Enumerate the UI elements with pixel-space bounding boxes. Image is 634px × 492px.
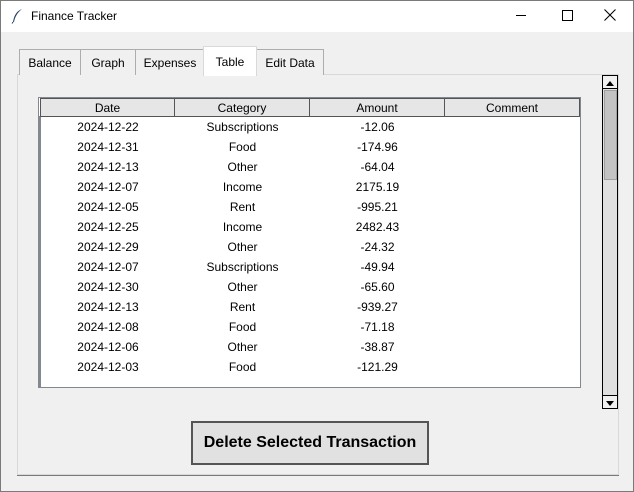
cell-comment [445,197,579,217]
table-row[interactable]: 2024-12-31 Food -174.96 [41,137,579,157]
cell-category: Rent [229,300,256,314]
cell-comment [445,177,579,197]
cell-category: Other [227,340,258,354]
vertical-scrollbar[interactable] [602,75,618,409]
cell-comment [445,257,579,277]
cell-amount: 2175.19 [355,180,400,194]
window-title: Finance Tracker [31,9,118,23]
cell-amount: -24.32 [360,240,395,254]
cell-comment [445,117,579,137]
cell-category: Subscriptions [206,120,279,134]
column-header-amount[interactable]: Amount [309,98,445,117]
cell-amount: -12.06 [360,120,395,134]
close-button[interactable] [587,1,633,32]
table-row[interactable]: 2024-12-13 Rent -939.27 [41,297,579,317]
cell-category: Other [227,240,258,254]
table-row[interactable]: 2024-12-30 Other -65.60 [41,277,579,297]
cell-amount: -71.18 [360,320,395,334]
cell-date: 2024-12-05 [77,200,139,214]
app-window: Finance Tracker Balance Graph Expenses T… [0,0,634,492]
cell-amount: -49.94 [360,260,395,274]
cell-date: 2024-12-07 [77,260,139,274]
cell-category: Food [228,140,257,154]
tab-expenses[interactable]: Expenses [135,49,205,75]
delete-transaction-button[interactable]: Delete Selected Transaction [191,421,429,465]
cell-category: Other [227,160,258,174]
cell-comment [445,277,579,297]
table-row[interactable]: 2024-12-25 Income 2482.43 [41,217,579,237]
table-row[interactable]: 2024-12-03 Food -121.29 [41,357,579,377]
table-row[interactable]: 2024-12-07 Income 2175.19 [41,177,579,197]
cell-date: 2024-12-29 [77,240,139,254]
arrow-down-icon [606,395,614,409]
tab-graph[interactable]: Graph [80,49,136,75]
cell-comment [445,157,579,177]
table-row[interactable]: 2024-12-08 Food -71.18 [41,317,579,337]
cell-date: 2024-12-06 [77,340,139,354]
table-row[interactable]: 2024-12-05 Rent -995.21 [41,197,579,217]
cell-comment [445,337,579,357]
cell-category: Rent [229,200,256,214]
table-row[interactable]: 2024-12-29 Other -24.32 [41,237,579,257]
panel-bottom-border [17,475,619,476]
cell-date: 2024-12-31 [77,140,139,154]
cell-date: 2024-12-25 [77,220,139,234]
maximize-button[interactable] [544,1,590,32]
cell-amount: -65.60 [360,280,395,294]
cell-comment [445,297,579,317]
maximize-icon [561,9,573,24]
cell-comment [445,137,579,157]
cell-amount: -995.21 [357,200,398,214]
title-bar[interactable]: Finance Tracker [1,1,633,32]
cell-comment [445,357,579,377]
cell-amount: -939.27 [357,300,398,314]
cell-amount: -64.04 [360,160,395,174]
column-header-comment[interactable]: Comment [444,98,580,117]
cell-category: Income [222,180,263,194]
cell-date: 2024-12-07 [77,180,139,194]
minimize-icon [515,10,527,24]
cell-category: Subscriptions [206,260,279,274]
cell-category: Other [227,280,258,294]
cell-category: Food [228,360,257,374]
cell-amount: -38.87 [360,340,395,354]
column-header-date[interactable]: Date [40,98,175,117]
tab-balance[interactable]: Balance [19,49,81,75]
table-row[interactable]: 2024-12-13 Other -64.04 [41,157,579,177]
feather-icon [11,8,25,24]
cell-date: 2024-12-13 [77,300,139,314]
cell-category: Income [222,220,263,234]
cell-comment [445,237,579,257]
close-icon [604,9,616,24]
minimize-button[interactable] [498,1,544,32]
cell-amount: -121.29 [357,360,398,374]
arrow-up-icon [606,75,614,89]
cell-amount: 2482.43 [355,220,400,234]
table-row[interactable]: 2024-12-06 Other -38.87 [41,337,579,357]
scroll-track[interactable] [602,89,618,395]
cell-date: 2024-12-03 [77,360,139,374]
scroll-up-button[interactable] [602,75,618,89]
cell-date: 2024-12-08 [77,320,139,334]
cell-comment [445,217,579,237]
table-row[interactable]: 2024-12-22 Subscriptions -12.06 [41,117,579,137]
scroll-down-button[interactable] [602,395,618,409]
tab-edit-data[interactable]: Edit Data [256,49,324,75]
cell-amount: -174.96 [357,140,398,154]
cell-date: 2024-12-22 [77,120,139,134]
cell-date: 2024-12-13 [77,160,139,174]
tab-table[interactable]: Table [203,46,257,76]
cell-date: 2024-12-30 [77,280,139,294]
cell-category: Food [228,320,257,334]
cell-comment [445,317,579,337]
table-row[interactable]: 2024-12-07 Subscriptions -49.94 [41,257,579,277]
scroll-thumb[interactable] [604,90,617,180]
column-header-category[interactable]: Category [174,98,310,117]
